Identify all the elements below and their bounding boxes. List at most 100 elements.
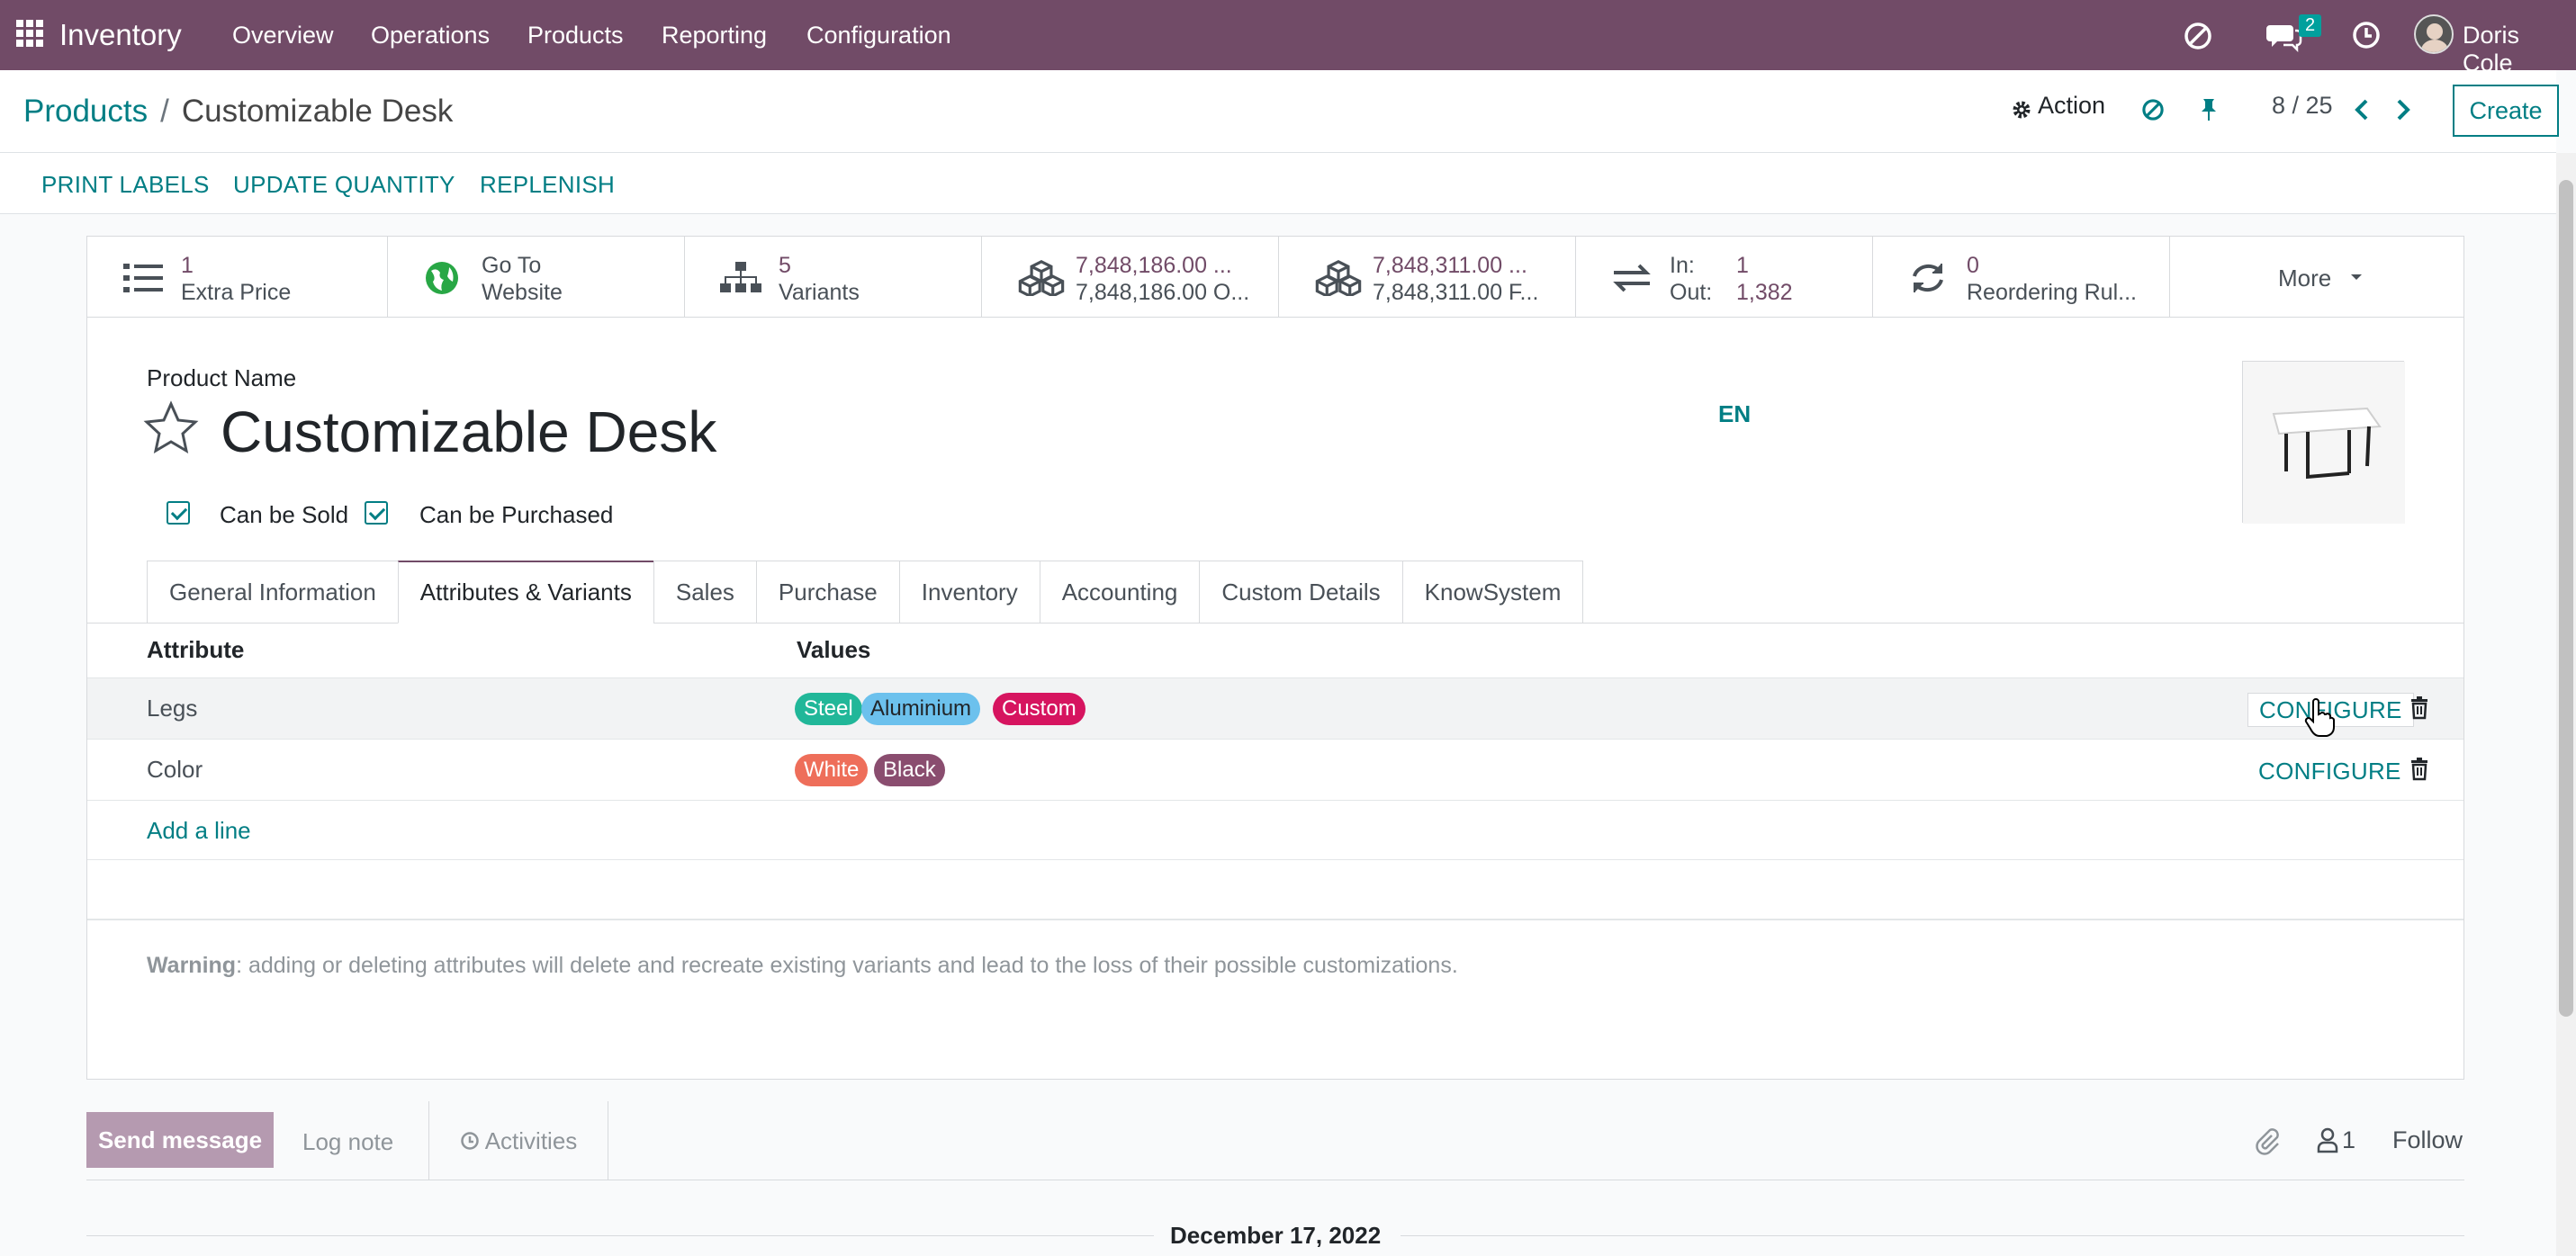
follow-button[interactable]: Follow <box>2392 1126 2463 1154</box>
clock-icon[interactable] <box>2351 20 2382 50</box>
extra-price-label: Extra Price <box>181 280 292 305</box>
menu-reporting[interactable]: Reporting <box>662 22 767 49</box>
tab-purchase[interactable]: Purchase <box>755 561 899 624</box>
clock-icon <box>460 1132 479 1150</box>
warning-text: : adding or deleting attributes will del… <box>236 953 1458 978</box>
tab-accounting[interactable]: Accounting <box>1039 561 1200 624</box>
print-labels-button[interactable]: PRINT LABELS <box>41 171 210 199</box>
menu-configuration[interactable]: Configuration <box>806 22 951 49</box>
values-column-header[interactable]: Values <box>797 636 870 664</box>
cubes-icon <box>1018 260 1065 296</box>
attribute-column-header[interactable]: Attribute <box>147 636 244 664</box>
trash-icon[interactable] <box>2409 696 2429 720</box>
favorite-star-icon[interactable] <box>143 400 199 456</box>
form-sheet: 1 Extra Price Go To Website 5 Variants 7… <box>86 236 2464 1080</box>
replenish-button[interactable]: REPLENISH <box>480 171 615 199</box>
trash-icon[interactable] <box>2409 758 2429 781</box>
activities-button[interactable]: Activities <box>428 1101 608 1180</box>
top-navbar: Inventory Overview Operations Products R… <box>0 0 2576 76</box>
breadcrumb-separator: / <box>160 94 169 129</box>
more-label: More <box>2278 265 2332 292</box>
forecasted-label: 7,848,311.00 F... <box>1373 280 1539 305</box>
gear-icon[interactable] <box>2011 99 2032 121</box>
followers-count[interactable]: 1 <box>2342 1126 2355 1154</box>
can-be-purchased-checkbox[interactable] <box>365 501 388 525</box>
value-tag: Black <box>874 754 945 786</box>
breadcrumb-current: Customizable Desk <box>181 94 454 129</box>
add-a-line-link[interactable]: Add a line <box>147 817 251 845</box>
warning-label: Warning <box>147 953 237 978</box>
empty-row <box>87 859 2463 919</box>
update-quantity-button[interactable]: UPDATE QUANTITY <box>233 171 455 199</box>
tab-attributes-variants[interactable]: Attributes & Variants <box>397 561 653 624</box>
out-label: Out: <box>1670 280 1713 305</box>
app-brand[interactable]: Inventory <box>59 18 182 52</box>
can-be-sold-label: Can be Sold <box>220 501 349 528</box>
action-button[interactable]: Action <box>2038 92 2105 120</box>
exchange-icon <box>1613 264 1651 292</box>
user-icon <box>2317 1127 2338 1153</box>
hand-cursor-icon <box>2304 698 2335 737</box>
caret-down-icon <box>2351 274 2362 280</box>
activities-label: Activities <box>484 1126 578 1154</box>
chat-icon[interactable] <box>2266 20 2302 52</box>
chevron-left-icon[interactable] <box>2353 97 2371 122</box>
smart-button-in-out[interactable]: In: 1 Out: 1,382 <box>1576 237 1873 318</box>
smart-button-extra-price[interactable]: 1 Extra Price <box>87 237 388 318</box>
table-row[interactable]: Color White Black CONFIGURE <box>87 739 2463 800</box>
configure-button[interactable]: CONFIGURE <box>2247 754 2412 788</box>
attribute-name: Color <box>147 756 203 783</box>
more-dropdown[interactable]: More <box>2170 237 2463 318</box>
user-name[interactable]: Doris Cole <box>2463 22 2576 77</box>
smart-button-variants[interactable]: 5 Variants <box>685 237 982 318</box>
pin-icon[interactable] <box>2198 97 2220 122</box>
smart-buttons-row: 1 Extra Price Go To Website 5 Variants 7… <box>87 237 2463 318</box>
smart-button-forecasted[interactable]: 7,848,311.00 ... 7,848,311.00 F... <box>1279 237 1576 318</box>
website-label: Website <box>482 280 563 305</box>
in-value: 1 <box>1736 253 1749 278</box>
table-row[interactable]: Legs Steel Aluminium Custom CONFIGURE <box>87 677 2463 739</box>
attribute-name: Legs <box>147 695 198 722</box>
user-avatar[interactable] <box>2414 14 2454 54</box>
go-to-label: Go To <box>482 253 542 278</box>
tab-general-information[interactable]: General Information <box>147 561 398 624</box>
tab-knowsystem[interactable]: KnowSystem <box>1401 561 1584 624</box>
scrollbar-thumb[interactable] <box>2559 180 2573 1017</box>
menu-overview[interactable]: Overview <box>232 22 334 49</box>
discuss-refresh-icon[interactable] <box>2182 20 2214 52</box>
tab-sales[interactable]: Sales <box>653 561 756 624</box>
pager-value[interactable]: 8 / 25 <box>2272 92 2333 120</box>
date-divider-left <box>86 1235 1154 1236</box>
action-buttons-bar: PRINT LABELS UPDATE QUANTITY REPLENISH <box>0 153 2556 214</box>
value-tag: Steel <box>795 693 862 725</box>
discuss-icon[interactable] <box>2140 97 2166 122</box>
language-button[interactable]: EN <box>1718 400 1751 428</box>
refresh-icon <box>1913 264 1943 292</box>
list-icon <box>123 264 163 292</box>
chevron-right-icon[interactable] <box>2394 97 2412 122</box>
log-note-button[interactable]: Log note <box>302 1128 393 1156</box>
reordering-label: Reordering Rul... <box>1967 280 2137 305</box>
create-button[interactable]: Create <box>2453 85 2559 137</box>
can-be-sold-checkbox[interactable] <box>167 501 190 525</box>
send-message-button[interactable]: Send message <box>86 1112 274 1168</box>
product-name-field[interactable]: Customizable Desk <box>221 399 716 465</box>
tab-custom-details[interactable]: Custom Details <box>1199 561 1402 624</box>
product-image[interactable] <box>2242 361 2405 524</box>
menu-operations[interactable]: Operations <box>371 22 490 49</box>
tab-inventory[interactable]: Inventory <box>898 561 1040 624</box>
smart-button-reordering[interactable]: 0 Reordering Rul... <box>1873 237 2170 318</box>
apps-grid-icon[interactable] <box>16 20 43 47</box>
breadcrumb-products-link[interactable]: Products <box>23 94 148 129</box>
forecasted-value: 7,848,311.00 ... <box>1373 253 1527 278</box>
smart-button-website[interactable]: Go To Website <box>388 237 685 318</box>
on-hand-label: 7,848,186.00 O... <box>1076 280 1250 305</box>
smart-button-on-hand[interactable]: 7,848,186.00 ... 7,848,186.00 O... <box>982 237 1279 318</box>
menu-products[interactable]: Products <box>527 22 624 49</box>
paperclip-icon[interactable] <box>2254 1126 2279 1155</box>
out-value: 1,382 <box>1736 280 1793 305</box>
on-hand-value: 7,848,186.00 ... <box>1076 253 1232 278</box>
variants-label: Variants <box>779 280 860 305</box>
reordering-count: 0 <box>1967 253 1979 278</box>
in-label: In: <box>1670 253 1695 278</box>
